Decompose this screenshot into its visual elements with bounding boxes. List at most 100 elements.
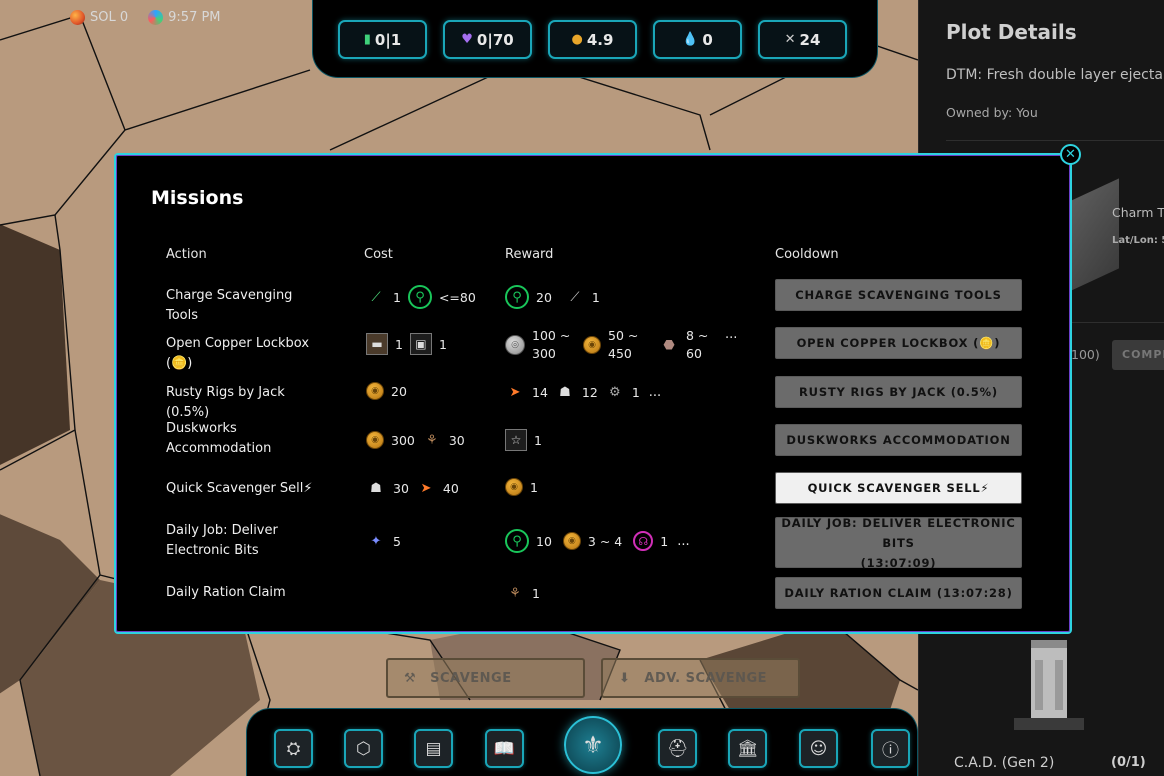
helmet-icon: ⛑ <box>666 738 689 759</box>
scavenger-ring-icon: ⚲ <box>407 285 432 309</box>
reward-value: 50 ~ 450 <box>608 328 639 361</box>
cost-value: 1 <box>438 336 447 352</box>
rig-icon: ⛭ <box>286 738 301 759</box>
modal-title: Missions <box>151 187 244 209</box>
gold-coin-icon: ◉ <box>366 382 384 400</box>
mission-row: Duskworks Accommodation ◉ 300 ⚘ 30 ☆ 1 D… <box>116 421 1070 464</box>
quick-scavenger-sell-button[interactable]: QUICK SCAVENGER SELL⚡ <box>775 472 1022 504</box>
mission-cost: ▬ 1 ▣ 1 <box>366 333 447 355</box>
battery-stick-icon: ⟋ <box>371 289 381 305</box>
resource-heart[interactable]: ♥ 0|70 <box>443 20 532 59</box>
reward-value: 1 <box>532 585 540 601</box>
mission-row: Charge Scavenging Tools ⟋ 1 ⚲ <=80 ⚲ 20 … <box>116 279 1070 323</box>
nav-home-button[interactable]: ⚜ <box>564 716 622 774</box>
mission-action: Duskworks Accommodation <box>166 421 272 456</box>
cad-label: C.A.D. (Gen 2) <box>954 755 1055 771</box>
complete-button[interactable]: COMPL <box>1112 340 1164 370</box>
hex-tile <box>0 224 70 465</box>
resource-list: ▮ 0|1 ♥ 0|70 ● 4.9 💧 0 ✕ 24 <box>338 20 847 59</box>
close-icon[interactable]: ✕ <box>1060 144 1081 165</box>
plot-count: 100) <box>1071 347 1100 362</box>
nav-discord-button[interactable]: ☺ <box>799 729 838 768</box>
reward-value: 14 <box>532 384 548 400</box>
resource-tools[interactable]: ✕ 24 <box>758 20 847 59</box>
pink-token-icon: ☊ <box>633 531 654 551</box>
gold-coin-icon: ◉ <box>366 431 384 449</box>
header-cooldown: Cooldown <box>775 247 839 262</box>
resource-value: 0|1 <box>374 30 402 49</box>
shovel-icon: ⚒ <box>404 670 417 686</box>
gold-coin-icon: ◉ <box>583 336 601 354</box>
rusty-rigs-button[interactable]: RUSTY RIGS BY JACK (0.5%) <box>775 376 1022 408</box>
adv-scavenge-button[interactable]: ⬇ ADV. SCAVENGE <box>601 658 800 698</box>
open-copper-lockbox-button[interactable]: OPEN COPPER LOCKBOX (🪙) <box>775 327 1022 359</box>
mission-reward: ◎ 100 ~ 300 ◉ 50 ~ 450 ⬣ 8 ~ 60 ... <box>505 327 737 363</box>
reward-value: 1 <box>631 384 640 400</box>
cost-value: 40 <box>442 480 459 496</box>
scrap-fish-icon: ➤ <box>420 480 432 496</box>
mission-action: Quick Scavenger Sell⚡ <box>166 481 313 496</box>
mission-reward: ⚲ 20 ⟋ 1 <box>505 285 600 309</box>
gold-coin-icon: ◉ <box>505 478 523 496</box>
document-icon: ▤ <box>425 738 442 759</box>
mission-action: Charge Scavenging Tools <box>166 288 293 323</box>
charge-scavenging-tools-button[interactable]: CHARGE SCAVENGING TOOLS <box>775 279 1022 311</box>
mission-cost: ☗ 30 ➤ 40 <box>366 478 459 498</box>
plot-owner: Owned by: You <box>946 105 1038 120</box>
cost-value: 1 <box>393 289 401 305</box>
mission-row: Open Copper Lockbox (🪙) ▬ 1 ▣ 1 ◎ 100 ~ … <box>116 327 1070 371</box>
mission-cost: ◉ 20 <box>366 382 407 400</box>
book-icon: 📖 <box>493 738 516 759</box>
reward-value: 8 ~ 60 <box>686 328 709 361</box>
reward-value: 1 <box>530 479 538 495</box>
panel-title: Plot Details <box>946 20 1077 44</box>
mission-action: Daily Job: Deliver Electronic Bits <box>166 523 278 558</box>
nav-document-button[interactable]: ▤ <box>414 729 453 768</box>
duskworks-accommodation-button[interactable]: DUSKWORKS ACCOMMODATION <box>775 424 1022 456</box>
resource-value: 0 <box>702 30 713 49</box>
lockbox-icon: ▬ <box>366 333 388 355</box>
cost-value: 1 <box>395 336 403 352</box>
nav-rig-button[interactable]: ⛭ <box>274 729 313 768</box>
info-icon: ⓘ <box>882 741 899 761</box>
ration-icon: ⚘ <box>509 585 521 601</box>
battery-icon: ▮ <box>363 32 371 47</box>
electronic-bits-icon: ✦ <box>370 533 382 549</box>
ore-icon: ⬣ <box>663 337 675 353</box>
ghost-icon: ☗ <box>370 480 382 496</box>
nav-info-button[interactable]: ⓘ <box>871 729 910 768</box>
nav-bank-button[interactable]: 🏛 <box>728 729 767 768</box>
bank-icon: 🏛 <box>736 738 759 759</box>
reward-value: 1 <box>534 432 542 448</box>
more-rewards: ... <box>648 384 662 400</box>
heart-icon: ♥ <box>461 32 473 47</box>
resource-battery[interactable]: ▮ 0|1 <box>338 20 427 59</box>
cost-value: <=80 <box>438 289 476 305</box>
time-indicator: 9:57 PM <box>148 10 221 25</box>
resource-value: 0|70 <box>476 30 514 49</box>
time-label: 9:57 PM <box>168 10 221 25</box>
header-cost: Cost <box>364 247 393 262</box>
resource-water[interactable]: 💧 0 <box>653 20 742 59</box>
scavenge-button[interactable]: ⚒ SCAVENGE <box>386 658 585 698</box>
reward-value: 3 ~ 4 <box>587 533 623 549</box>
nav-hexagon-button[interactable]: ⬡ <box>344 729 383 768</box>
discord-icon: ☺ <box>809 738 828 759</box>
tool-stick-icon: ⟋ <box>570 289 580 305</box>
hexagon-icon: ⬡ <box>356 738 371 759</box>
daily-job-deliver-button[interactable]: DAILY JOB: DELIVER ELECTRONIC BITS (13:0… <box>775 516 1022 570</box>
nav-helmet-button[interactable]: ⛑ <box>658 729 697 768</box>
cost-value: 300 <box>391 432 415 448</box>
mission-cost: ✦ 5 <box>366 531 401 551</box>
ration-icon: ⚘ <box>426 432 438 448</box>
mission-reward: ☆ 1 <box>505 429 542 451</box>
gold-coin-icon: ◉ <box>562 532 581 550</box>
daily-ration-claim-button[interactable]: DAILY RATION CLAIM (13:07:28) <box>775 577 1022 609</box>
emblem-icon: ⚜ <box>582 731 604 759</box>
missions-modal: Missions Action Cost Reward Cooldown Cha… <box>114 153 1072 634</box>
resource-coin[interactable]: ● 4.9 <box>548 20 637 59</box>
mission-row: Rusty Rigs by Jack (0.5%) ◉ 20 ➤ 14 ☗ 12… <box>116 376 1070 420</box>
scavenge-label: SCAVENGE <box>430 670 512 686</box>
nav-book-button[interactable]: 📖 <box>485 729 524 768</box>
cost-value: 5 <box>393 533 401 549</box>
